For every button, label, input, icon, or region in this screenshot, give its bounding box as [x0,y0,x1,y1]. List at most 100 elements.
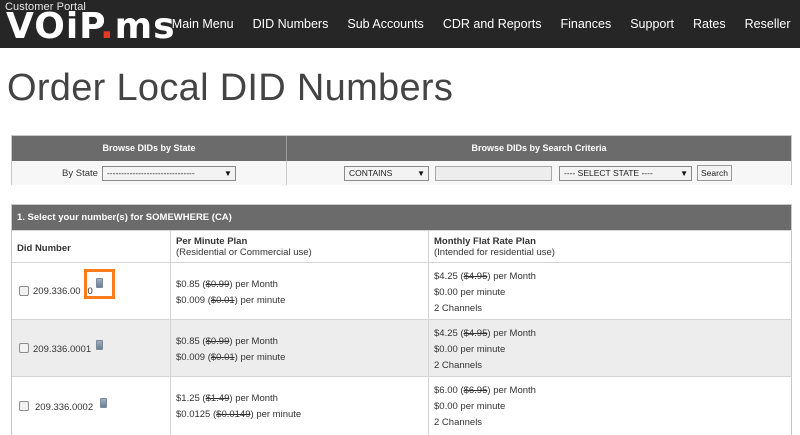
flat-per-minute: $0.00 per minute [434,401,506,412]
old-price: $0.01 [210,295,235,306]
results-section-title: 1. Select your number(s) for SOMEWHERE (… [12,205,791,230]
unit: per minute [256,409,302,420]
flat-rate-plan-cell: $4.25 ($4.95) per Month $0.00 per minute… [429,263,791,319]
browse-by-criteria-controls: CONTAINS ▼ ---- SELECT STATE ---- ▼ Sear… [287,161,791,185]
unit: per Month [493,271,536,282]
did-number: 209.336.0001 [33,344,92,355]
phone-icon[interactable] [100,398,107,408]
flat-channels: 2 Channels [434,303,483,314]
old-price: $0.99 [205,336,230,347]
criteria-select[interactable]: CONTAINS ▼ [344,165,429,181]
nav-cdr-and-reports[interactable]: CDR and Reports [433,0,551,48]
old-price: $1.49 [205,393,230,404]
per-month-price: $1.25 ($1.49) per Month [176,393,278,404]
unit: per Month [493,328,536,339]
table-header-row: Did Number Per Minute Plan (Residential … [12,230,791,262]
col-did-number-header: Did Number [12,231,171,262]
old-price: $4.95 [463,271,488,282]
state-select[interactable]: ------------------------------- ▼ [101,165,236,181]
state-filter-select[interactable]: ---- SELECT STATE ---- ▼ [559,165,692,181]
logo-dot: . [99,6,115,47]
price: $0.009 [176,352,206,363]
old-price: $0.0149 [216,409,251,420]
per-minute-price: $0.0125 ($0.0149) per minute [176,409,302,420]
per-minute-price: $0.009 ($0.01) per minute [176,352,286,363]
table-row: 209.336.0002 $1.25 ($1.49) per Month $0.… [12,376,791,435]
nav-rates[interactable]: Rates [683,0,735,48]
price: $4.25 [434,271,458,282]
browse-by-criteria-heading: Browse DIDs by Search Criteria [471,143,607,153]
did-select-checkbox[interactable] [19,401,29,411]
flat-month-price: $4.25 ($4.95) per Month [434,271,536,282]
table-row: 209.336.0001 $0.85 ($0.99) per Month $0.… [12,319,791,376]
by-state-label: By State [62,167,98,179]
page-title: Order Local DID Numbers [7,67,454,109]
price: $0.0125 [176,409,211,420]
nav-reseller[interactable]: Reseller [735,0,800,48]
col-flat-rate-header: Monthly Flat Rate Plan (Intended for res… [429,231,791,262]
nav-support[interactable]: Support [621,0,684,48]
flat-channels: 2 Channels [434,360,483,371]
nav-sub-accounts[interactable]: Sub Accounts [338,0,433,48]
voipms-logo[interactable]: VOiP.ms [6,9,176,45]
per-minute-plan-cell: $1.25 ($1.49) per Month $0.0125 ($0.0149… [171,377,429,435]
browse-by-state-heading: Browse DIDs by State [12,136,287,161]
old-price: $0.01 [210,352,235,363]
price: $0.009 [176,295,206,306]
unit: per Month [235,279,278,290]
dropdown-arrow-icon: ▼ [224,168,232,178]
state-select-value: ------------------------------- [106,167,195,178]
per-minute-price: $0.009 ($0.01) per minute [176,295,286,306]
browse-by-state-controls: By State -------------------------------… [12,161,287,185]
unit: per Month [235,393,278,404]
per-minute-plan-cell: $0.85 ($0.99) per Month $0.009 ($0.01) p… [171,263,429,319]
old-price: $6.95 [463,385,488,396]
did-cell: 209.336.0002 [12,377,171,435]
per-month-price: $0.85 ($0.99) per Month [176,336,278,347]
did-number-main: 209.336.00 [33,286,81,297]
price: $0.85 [176,336,200,347]
unit: per Month [235,336,278,347]
criteria-select-value: CONTAINS [349,167,393,178]
browse-controls-row: By State -------------------------------… [12,161,791,185]
did-results-table: 1. Select your number(s) for SOMEWHERE (… [11,204,792,435]
price: $6.00 [434,385,458,396]
search-input[interactable] [435,165,552,181]
per-minute-plan-subtitle: (Residential or Commercial use) [176,247,312,258]
phone-icon[interactable] [96,340,103,350]
nav-did-numbers[interactable]: DID Numbers [243,0,338,48]
price: $4.25 [434,328,458,339]
flat-rate-plan-cell: $6.00 ($6.95) per Month $0.00 per minute… [429,377,791,435]
flat-month-price: $4.25 ($4.95) per Month [434,328,536,339]
flat-rate-plan-title: Monthly Flat Rate Plan [434,236,536,247]
main-nav: Main Menu DID Numbers Sub Accounts CDR a… [162,0,800,48]
price: $0.85 [176,279,200,290]
nav-main-menu[interactable]: Main Menu [162,0,243,48]
unit: per minute [240,295,286,306]
old-price: $4.95 [463,328,488,339]
flat-channels: 2 Channels [434,417,483,428]
flat-per-minute: $0.00 per minute [434,344,506,355]
search-button[interactable]: Search [697,165,732,181]
price: $1.25 [176,393,200,404]
highlight-box [84,269,115,299]
did-number: 209.336.0002 [35,402,94,413]
dropdown-arrow-icon: ▼ [417,168,425,178]
nav-finances[interactable]: Finances [551,0,621,48]
unit: per minute [240,352,286,363]
top-navigation-bar: Customer Portal VOiP.ms Main Menu DID Nu… [0,0,800,48]
did-select-checkbox[interactable] [19,343,29,353]
did-cell: 209.336.0001 [12,320,171,376]
did-cell: 209.336.00 0 [12,263,171,319]
flat-rate-plan-subtitle: (Intended for residential use) [434,247,555,258]
browse-header-row: Browse DIDs by State Browse DIDs by Sear… [12,136,791,161]
per-month-price: $0.85 ($0.99) per Month [176,279,278,290]
browse-dids-panel: Browse DIDs by State Browse DIDs by Sear… [11,135,792,185]
did-select-checkbox[interactable] [19,286,29,296]
flat-per-minute: $0.00 per minute [434,287,506,298]
dropdown-arrow-icon: ▼ [680,168,688,178]
unit: per Month [493,385,536,396]
flat-month-price: $6.00 ($6.95) per Month [434,385,536,396]
per-minute-plan-cell: $0.85 ($0.99) per Month $0.009 ($0.01) p… [171,320,429,376]
old-price: $0.99 [205,279,230,290]
